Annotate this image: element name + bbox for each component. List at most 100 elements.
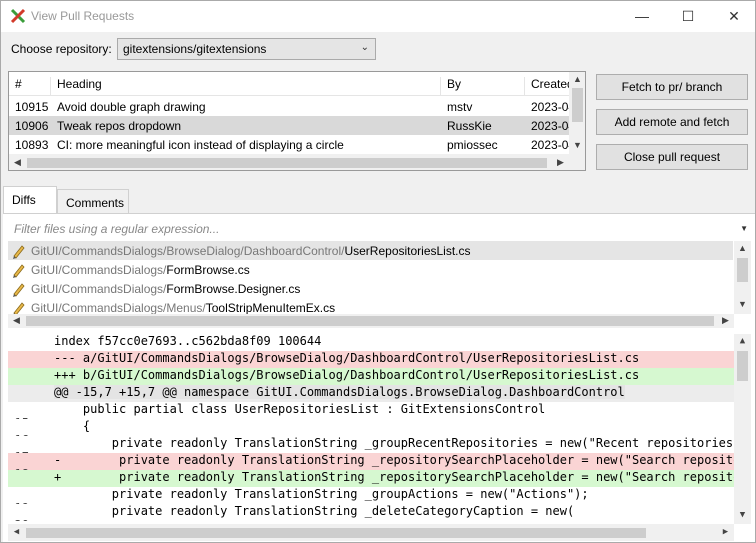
scroll-thumb[interactable] [26, 316, 714, 326]
diff-index-line: index f57cc0e7693..c562bda8f09 100644 [8, 334, 736, 351]
files-vertical-scrollbar[interactable]: ▲ ▼ [734, 241, 751, 314]
fetch-to-pr-branch-button[interactable]: Fetch to pr/ branch [596, 74, 748, 100]
pr-author: RussKie [447, 119, 492, 133]
diff-line-text: +++ b/GitUI/CommandsDialogs/BrowseDialog… [54, 368, 640, 382]
scroll-thumb[interactable] [737, 351, 748, 381]
pencil-icon [13, 302, 25, 314]
column-header-heading[interactable]: Heading [51, 77, 441, 95]
diff-line-text: private readonly TranslationString _dele… [54, 504, 575, 518]
pull-request-row-selected[interactable]: 10906 Tweak repos dropdown RussKie 2023-… [9, 116, 575, 135]
chevron-down-icon: ⌄ [360, 42, 369, 53]
pull-request-list[interactable]: # Heading By Created 10915 Avoid double … [8, 71, 586, 171]
scroll-up-icon[interactable]: ▲ [734, 243, 751, 253]
diff-line-text: index f57cc0e7693..c562bda8f09 100644 [54, 334, 322, 348]
pr-author: pmiossec [447, 138, 498, 152]
pr-author: mstv [447, 100, 473, 114]
diff-context-line: 19 19 private readonly TranslationString… [8, 487, 736, 504]
pr-number: 10893 [15, 138, 49, 152]
file-name: ToolStripMenuItemEx.cs [205, 301, 336, 314]
diff-context-line: 15 15 public partial class UserRepositor… [8, 402, 736, 419]
pull-request-row[interactable]: 10893 CI: more meaningful icon instead o… [9, 135, 575, 154]
diff-line-text: + private readonly TranslationString _re… [54, 470, 736, 484]
scroll-right-icon[interactable]: ▶ [717, 527, 734, 537]
repository-select[interactable]: gitextensions/gitextensions ⌄ [117, 38, 376, 60]
pull-request-row[interactable]: 10915 Avoid double graph drawing mstv 20… [9, 97, 575, 116]
add-remote-and-fetch-button[interactable]: Add remote and fetch [596, 109, 748, 135]
pr-heading: Tweak repos dropdown [57, 119, 182, 133]
pull-request-list-header: # Heading By Created [9, 72, 574, 96]
diff-context-line: 16 16 { [8, 419, 736, 436]
diff-line-text: { [54, 419, 91, 433]
pencil-icon [13, 283, 25, 297]
scroll-right-icon[interactable]: ▶ [717, 315, 734, 326]
changed-files-list[interactable]: GitUI/CommandsDialogs/BrowseDialog/Dashb… [8, 241, 751, 314]
close-pull-request-button[interactable]: Close pull request [596, 144, 748, 170]
diff-line-text: public partial class UserRepositoriesLis… [54, 402, 546, 416]
maximize-button[interactable]: ☐ [665, 1, 711, 31]
diff-line-text: --- a/GitUI/CommandsDialogs/BrowseDialog… [54, 351, 640, 365]
file-path: GitUI/CommandsDialogs/FormBrowse.cs [31, 263, 250, 277]
file-dir: GitUI/CommandsDialogs/ [31, 263, 167, 277]
file-list-item[interactable]: GitUI/CommandsDialogs/FormBrowse.Designe… [8, 279, 733, 298]
diff-line-text: - private readonly TranslationString _re… [54, 453, 736, 467]
pr-list-horizontal-scrollbar[interactable]: ◀ ▶ [9, 154, 585, 170]
scroll-up-icon[interactable]: ▲ [569, 74, 585, 84]
file-list-item-selected[interactable]: GitUI/CommandsDialogs/BrowseDialog/Dashb… [8, 241, 733, 260]
diff-horizontal-scrollbar[interactable]: ◀ ▶ [8, 524, 734, 541]
chevron-down-icon[interactable]: ▼ [740, 224, 748, 233]
window-title: View Pull Requests [31, 9, 135, 23]
file-dir: GitUI/CommandsDialogs/Menus/ [31, 301, 206, 314]
scroll-left-icon[interactable]: ◀ [9, 157, 26, 168]
file-dir: GitUI/CommandsDialogs/BrowseDialog/Dashb… [31, 244, 345, 258]
pencil-icon [13, 245, 25, 259]
column-header-number[interactable]: # [9, 77, 51, 95]
scroll-left-icon[interactable]: ◀ [8, 527, 25, 537]
minimize-button[interactable]: — [619, 1, 665, 31]
diff-removed-line: 18 - private readonly TranslationString … [8, 453, 736, 470]
diff-vertical-scrollbar[interactable]: ▲ ▼ [734, 334, 751, 524]
scroll-down-icon[interactable]: ▼ [734, 510, 751, 520]
file-name: UserRepositoriesList.cs [344, 244, 471, 258]
old-line-number: 20 [13, 518, 29, 521]
file-filter-input[interactable]: Filter files using a regular expression.… [8, 216, 750, 240]
files-horizontal-scrollbar[interactable]: ◀ ▶ [8, 314, 734, 328]
title-bar: View Pull Requests — ☐ ✕ [1, 1, 755, 32]
tab-diffs[interactable]: Diffs [3, 186, 57, 215]
tab-comments[interactable]: Comments [57, 189, 129, 214]
scroll-thumb[interactable] [737, 258, 748, 282]
file-filter-placeholder: Filter files using a regular expression.… [14, 222, 220, 236]
file-list-item[interactable]: GitUI/CommandsDialogs/FormBrowse.cs [8, 260, 733, 279]
pr-heading: Avoid double graph drawing [57, 100, 206, 114]
close-window-button[interactable]: ✕ [711, 1, 756, 31]
scroll-down-icon[interactable]: ▼ [734, 299, 751, 309]
diff-line-text: @@ -15,7 +15,7 @@ namespace GitUI.Comman… [54, 385, 625, 399]
git-extensions-logo-icon [10, 8, 26, 24]
scroll-thumb[interactable] [26, 528, 646, 538]
scroll-down-icon[interactable]: ▼ [569, 140, 585, 150]
choose-repository-label: Choose repository: [11, 42, 112, 56]
scroll-left-icon[interactable]: ◀ [8, 315, 25, 326]
scroll-thumb[interactable] [572, 88, 583, 122]
diff-context-line: 17 17 private readonly TranslationString… [8, 436, 736, 453]
diff-added-line: 18 + private readonly TranslationString … [8, 470, 736, 487]
diff-hunk-header: @@ -15,7 +15,7 @@ namespace GitUI.Comman… [8, 385, 736, 402]
diff-plus-file-line: +++ b/GitUI/CommandsDialogs/BrowseDialog… [8, 368, 736, 385]
file-name: FormBrowse.Designer.cs [166, 282, 301, 296]
scroll-up-icon[interactable]: ▲ [734, 336, 751, 346]
file-path: GitUI/CommandsDialogs/FormBrowse.Designe… [31, 282, 300, 296]
file-path: GitUI/CommandsDialogs/BrowseDialog/Dashb… [31, 244, 471, 258]
diffs-panel: Filter files using a regular expression.… [3, 213, 755, 542]
scroll-thumb[interactable] [27, 158, 547, 168]
diff-line-text: private readonly TranslationString _grou… [54, 436, 736, 450]
diff-minus-file-line: --- a/GitUI/CommandsDialogs/BrowseDialog… [8, 351, 736, 368]
pr-number: 10915 [15, 100, 49, 114]
column-header-by[interactable]: By [441, 77, 525, 95]
file-dir: GitUI/CommandsDialogs/ [31, 282, 167, 296]
scroll-right-icon[interactable]: ▶ [552, 157, 569, 168]
file-list-item[interactable]: GitUI/CommandsDialogs/Menus/ToolStripMen… [8, 298, 733, 314]
file-name: FormBrowse.cs [166, 263, 250, 277]
pr-heading: CI: more meaningful icon instead of disp… [57, 138, 344, 152]
pr-list-vertical-scrollbar[interactable]: ▲ ▼ [569, 72, 585, 154]
pr-number: 10906 [15, 119, 49, 133]
diff-viewer[interactable]: index f57cc0e7693..c562bda8f09 100644 --… [8, 334, 751, 542]
